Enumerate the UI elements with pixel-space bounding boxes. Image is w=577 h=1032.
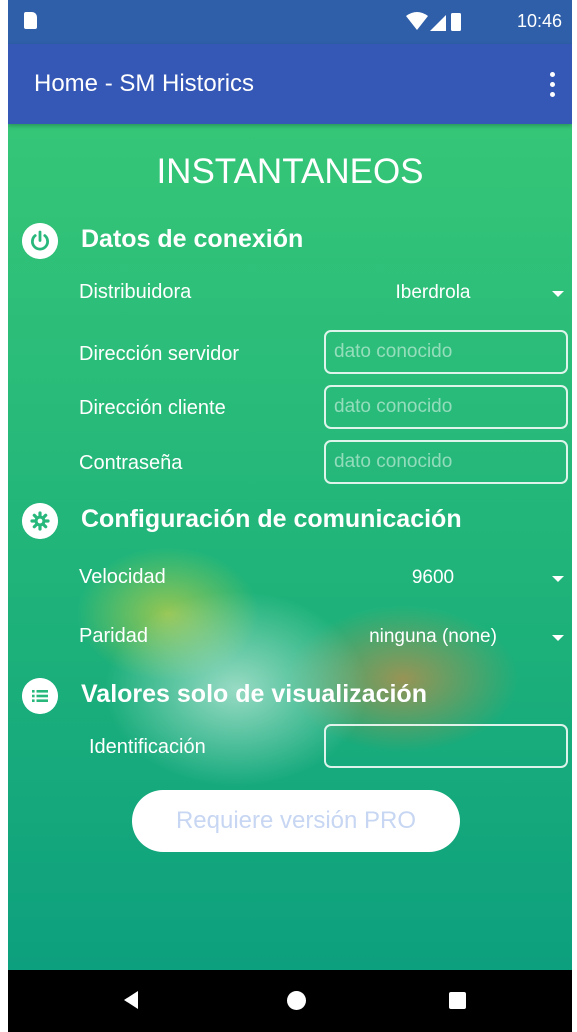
dropdown-arrow-icon bbox=[552, 291, 564, 297]
client-address-input[interactable] bbox=[324, 385, 568, 429]
require-pro-button[interactable]: Requiere versión PRO bbox=[132, 790, 460, 852]
server-address-label: Dirección servidor bbox=[79, 343, 240, 365]
speed-label: Velocidad bbox=[79, 566, 166, 588]
sd-card-icon bbox=[24, 12, 37, 29]
navigation-bar bbox=[8, 970, 572, 1032]
page-title: INSTANTANEOS bbox=[156, 152, 424, 191]
password-input[interactable] bbox=[324, 440, 568, 484]
settings-icon bbox=[22, 503, 58, 539]
phone-screen: 10:46 Home - SM Historics INSTANTANEOS D… bbox=[8, 0, 572, 1032]
recents-icon[interactable] bbox=[449, 992, 466, 1009]
battery-icon bbox=[451, 13, 461, 31]
identification-input[interactable] bbox=[324, 724, 568, 768]
signal-icon bbox=[430, 15, 446, 31]
dropdown-arrow-icon bbox=[552, 635, 564, 641]
distribuidora-dropdown[interactable]: Iberdrola bbox=[328, 278, 568, 310]
status-icons bbox=[406, 12, 461, 31]
back-icon[interactable] bbox=[124, 991, 138, 1009]
parity-label: Paridad bbox=[79, 625, 148, 647]
distribuidora-value: Iberdrola bbox=[395, 282, 471, 303]
section-title-connection: Datos de conexión bbox=[81, 225, 304, 253]
status-bar: 10:46 bbox=[8, 0, 572, 44]
parity-value: ninguna (none) bbox=[369, 626, 497, 647]
speed-value: 9600 bbox=[411, 567, 455, 588]
section-title-display-only: Valores solo de visualización bbox=[81, 680, 427, 708]
power-icon bbox=[22, 223, 58, 259]
list-icon bbox=[22, 678, 58, 714]
app-bar: Home - SM Historics bbox=[8, 44, 572, 124]
section-title-communication: Configuración de comunicación bbox=[81, 505, 462, 533]
dropdown-arrow-icon bbox=[552, 576, 564, 582]
speed-dropdown[interactable]: 9600 bbox=[328, 563, 568, 595]
home-icon[interactable] bbox=[287, 991, 306, 1010]
main-content: INSTANTANEOS Datos de conexión Distribui… bbox=[8, 124, 572, 970]
server-address-input[interactable] bbox=[324, 330, 568, 374]
wifi-icon bbox=[406, 12, 428, 30]
identification-label: Identificación bbox=[89, 736, 206, 758]
app-title: Home - SM Historics bbox=[34, 70, 255, 97]
password-label: Contraseña bbox=[79, 452, 183, 474]
parity-dropdown[interactable]: ninguna (none) bbox=[328, 622, 568, 654]
status-time: 10:46 bbox=[516, 11, 562, 31]
client-address-label: Dirección cliente bbox=[79, 397, 226, 419]
distribuidora-label: Distribuidora bbox=[79, 281, 192, 303]
overflow-menu-icon[interactable] bbox=[542, 66, 562, 102]
